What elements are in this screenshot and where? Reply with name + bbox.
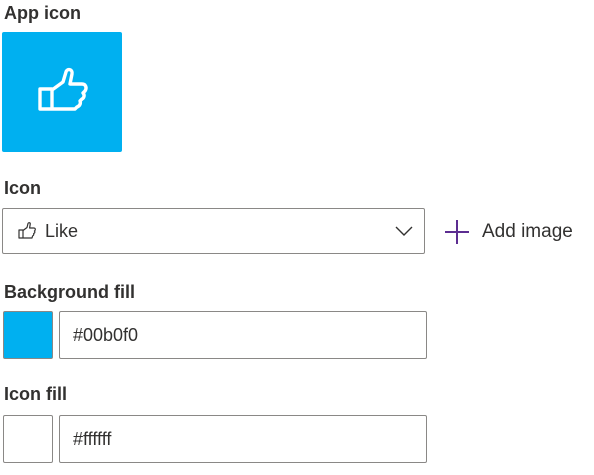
add-image-button[interactable]: Add image [444,218,573,246]
background-fill-swatch[interactable] [3,311,53,359]
background-fill-input[interactable] [59,311,427,359]
chevron-down-icon [395,226,413,236]
app-icon-label: App icon [4,3,81,23]
app-icon-preview[interactable] [2,32,122,152]
thumbs-up-icon [18,222,36,239]
icon-label: Icon [4,178,42,198]
add-image-label: Add image [482,221,573,242]
background-fill-label: Background fill [4,282,136,302]
plus-icon [445,220,469,244]
icon-dropdown-value: Like [45,220,79,241]
icon-dropdown[interactable]: Like [2,208,425,254]
icon-fill-label: Icon fill [4,384,67,404]
icon-fill-input[interactable] [59,415,427,463]
icon-fill-swatch[interactable] [3,415,53,463]
thumbs-up-icon [38,67,88,111]
